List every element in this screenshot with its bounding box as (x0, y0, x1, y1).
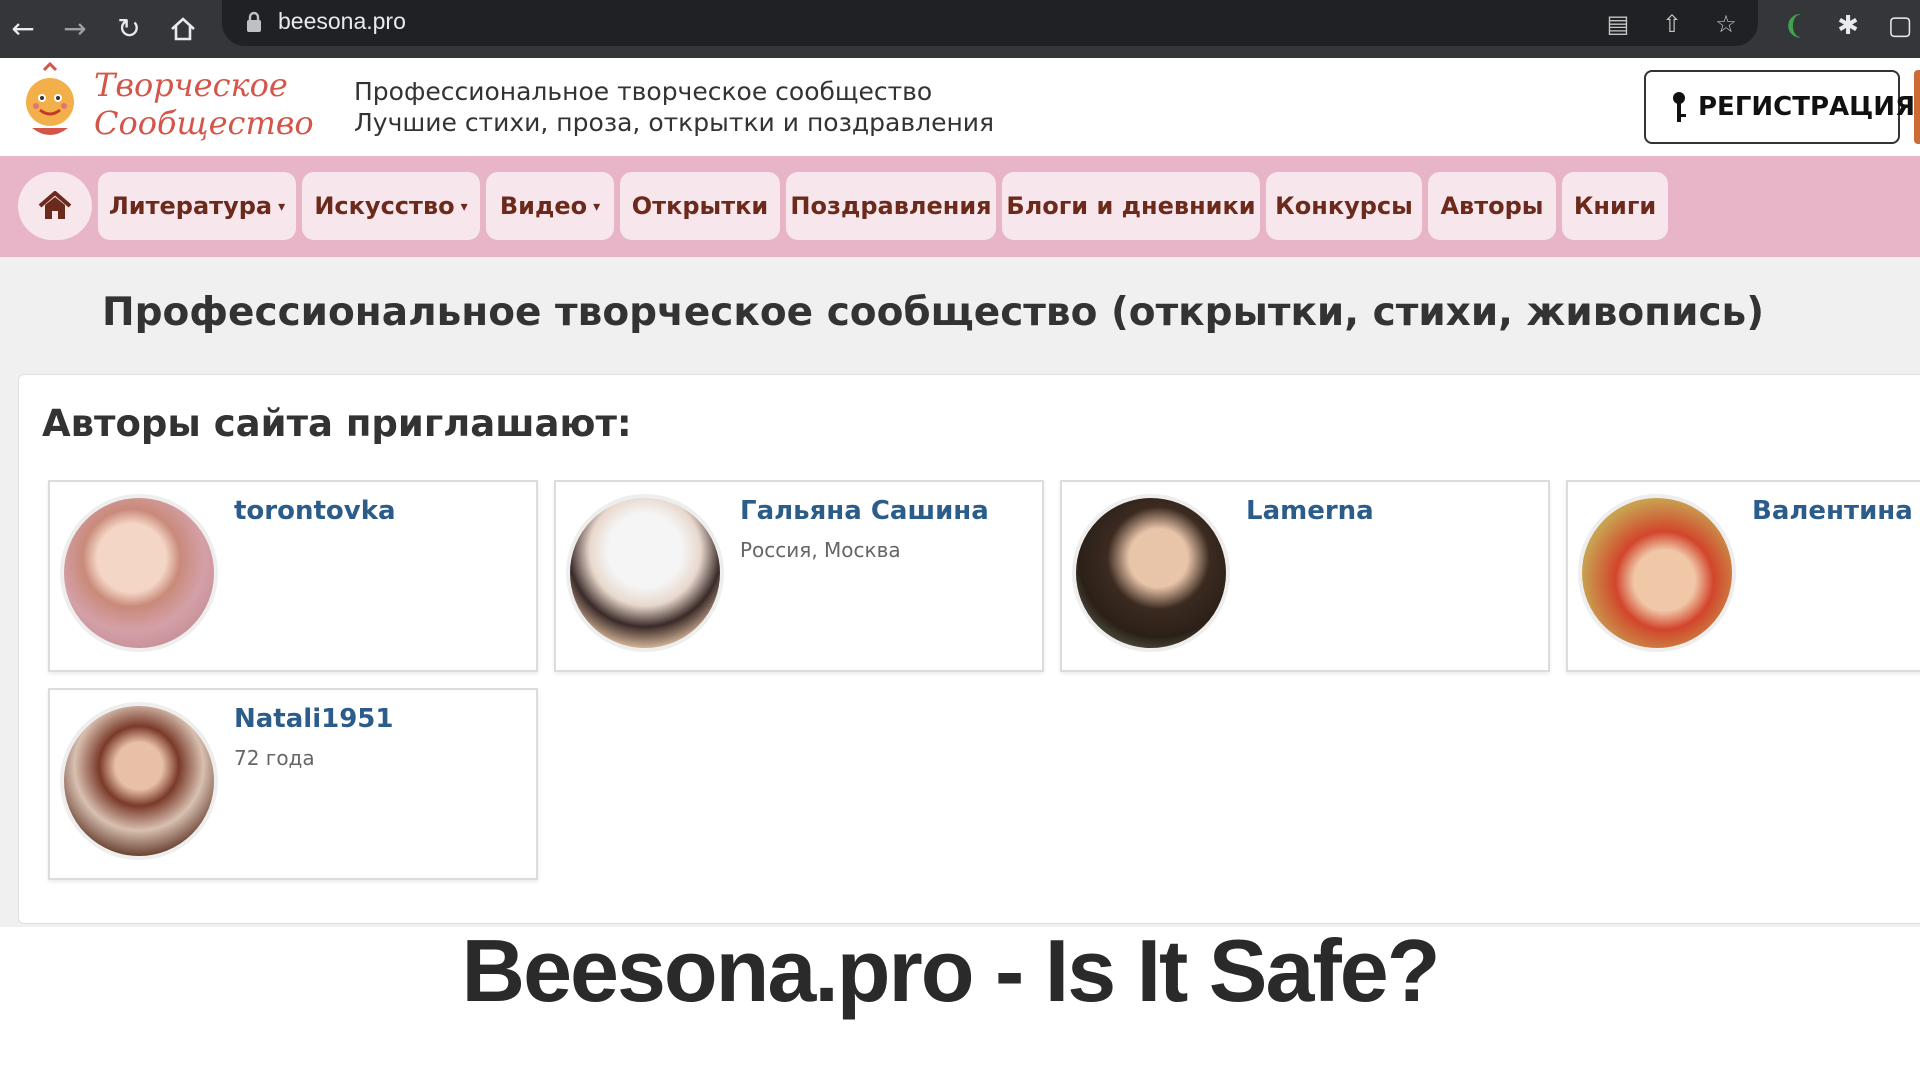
share-icon[interactable]: ⇧ (1654, 6, 1690, 42)
extension-leaf-icon[interactable]: ❨ (1774, 6, 1814, 46)
browser-toolbar: ← → ↻ beesona.pro ▤ ⇧ ☆ ❨ ✱ ▢ (0, 0, 1920, 58)
register-button[interactable]: РЕГИСТРАЦИЯ (1644, 70, 1915, 144)
nav-authors[interactable]: Авторы (1428, 172, 1556, 240)
chevron-down-icon: ▾ (278, 199, 286, 215)
nav-postcards[interactable]: Открытки (620, 172, 780, 240)
author-card[interactable]: Гальяна Сашина Россия, Москва (554, 480, 1044, 672)
lock-icon (247, 11, 261, 32)
nav-greetings[interactable]: Поздравления (786, 172, 996, 240)
avatar[interactable] (1578, 494, 1736, 652)
author-name[interactable]: Natali1951 (234, 704, 393, 734)
avatar[interactable] (566, 494, 724, 652)
author-name[interactable]: torontovka (234, 496, 396, 526)
puzzle-icon[interactable]: ✱ (1828, 6, 1868, 46)
home-icon[interactable] (160, 6, 206, 52)
author-name[interactable]: Гальяна Сашина (740, 496, 989, 526)
window-icon[interactable]: ▢ (1880, 6, 1920, 46)
author-card[interactable]: Валентина За (1566, 480, 1920, 672)
nav-literature[interactable]: Литература ▾ (98, 172, 296, 240)
site-tagline: Профессиональное творческое сообщество Л… (354, 77, 995, 137)
bee-mascot-icon (26, 62, 74, 135)
author-card[interactable]: torontovka (48, 480, 538, 672)
chevron-down-icon: ▾ (460, 199, 468, 215)
section-title: Авторы сайта приглашают: (42, 402, 632, 445)
author-age: 72 года (234, 746, 315, 770)
chevron-down-icon: ▾ (593, 199, 601, 215)
nav-books[interactable]: Книги (1562, 172, 1668, 240)
nav-art[interactable]: Искусство ▾ (302, 172, 480, 240)
key-icon (1673, 92, 1686, 122)
star-icon[interactable]: ☆ (1708, 6, 1744, 42)
address-bar[interactable]: beesona.pro ▤ ⇧ ☆ (222, 0, 1758, 46)
nav-video[interactable]: Видео ▾ (486, 172, 614, 240)
nav-home-button[interactable] (18, 172, 92, 240)
url-text[interactable]: beesona.pro (278, 8, 406, 35)
avatar[interactable] (1072, 494, 1230, 652)
author-name[interactable]: Валентина За (1752, 496, 1920, 526)
page-title: Профессиональное творческое сообщество (… (101, 290, 1765, 335)
home-icon (38, 191, 72, 219)
translate-icon[interactable]: ▤ (1600, 6, 1636, 42)
nav-blogs[interactable]: Блоги и дневники (1002, 172, 1260, 240)
avatar[interactable] (60, 494, 218, 652)
back-icon[interactable]: ← (0, 6, 46, 52)
caption-title: Beesona.pro - Is It Safe? (461, 921, 1441, 1020)
avatar[interactable] (60, 702, 218, 860)
author-name[interactable]: Lamerna (1246, 496, 1374, 526)
logo-text: Творческое Сообщество (94, 66, 314, 142)
reload-icon[interactable]: ↻ (106, 6, 152, 52)
author-location: Россия, Москва (740, 538, 901, 562)
site-logo[interactable]: Творческое Сообщество (14, 62, 314, 146)
nav-contests[interactable]: Конкурсы (1266, 172, 1422, 240)
login-button-edge[interactable] (1914, 70, 1920, 144)
author-card[interactable]: Natali1951 72 года (48, 688, 538, 880)
forward-icon[interactable]: → (52, 6, 98, 52)
author-card[interactable]: Lamerna (1060, 480, 1550, 672)
